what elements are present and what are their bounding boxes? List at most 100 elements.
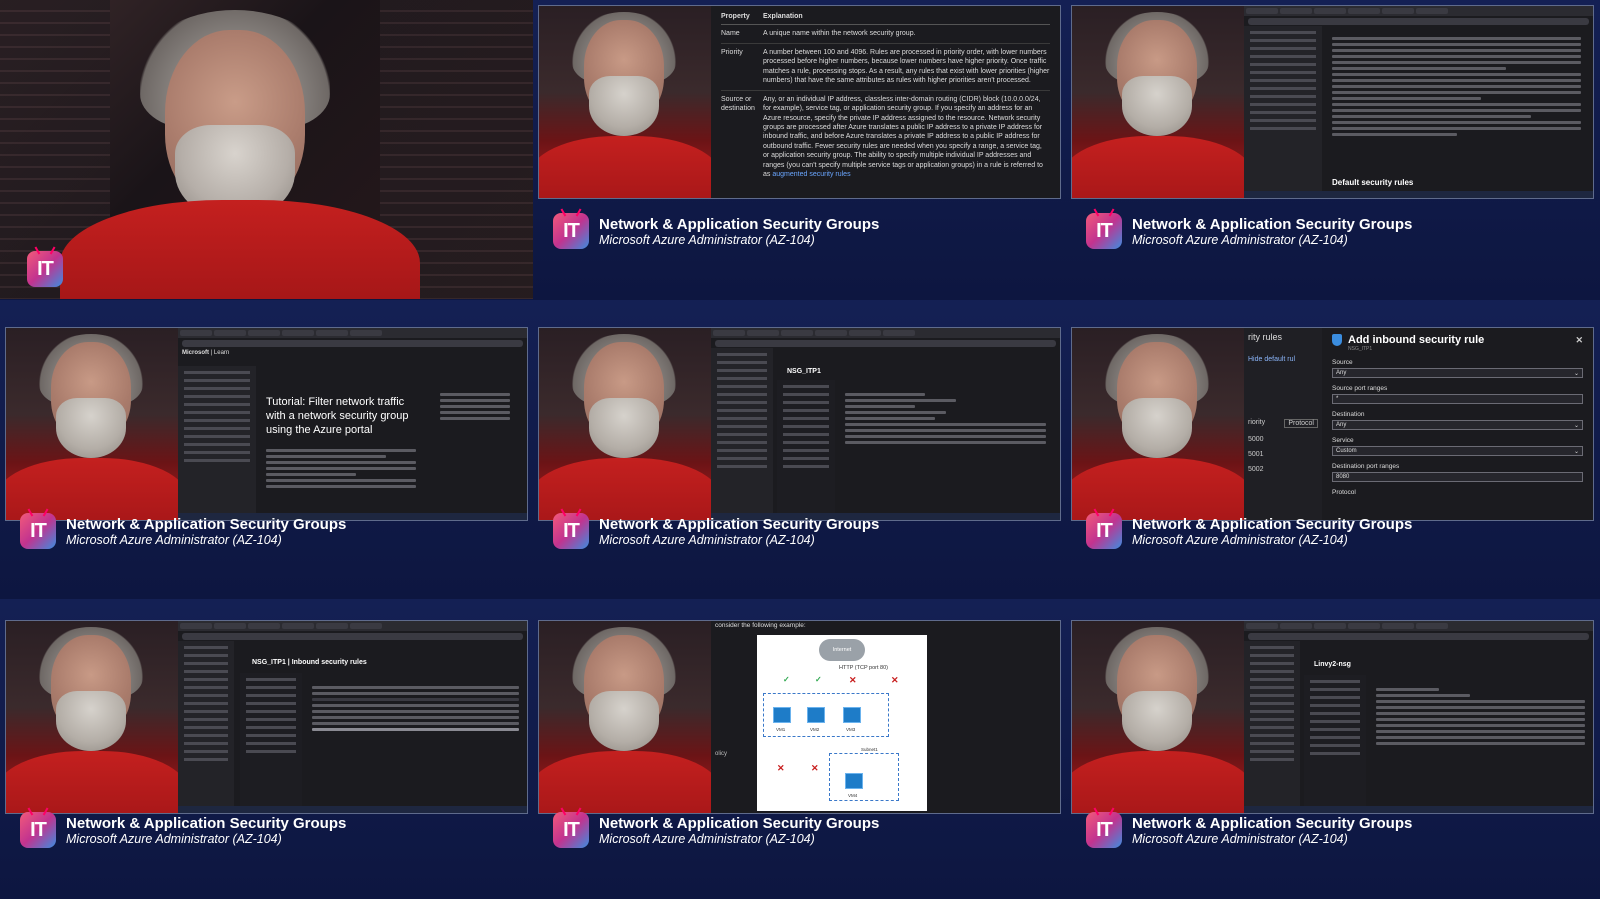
tutorial-title: Tutorial: Filter network traffic with a … xyxy=(266,396,409,436)
screen-share: Property Explanation Name A unique name … xyxy=(711,6,1060,198)
caption: IT Network & Application Security Groups… xyxy=(20,812,346,848)
tile-rule-properties[interactable]: Property Explanation Name A unique name … xyxy=(533,0,1066,300)
table-row: Priority A number between 100 and 4096. … xyxy=(721,44,1050,91)
resource-title: Linvy2-nsg xyxy=(1314,661,1351,668)
section-heading: Default security rules xyxy=(1332,178,1414,187)
video-frame: NSG_ITP1 | Inbound security rules xyxy=(5,620,528,814)
deny-icon: ✕ xyxy=(891,675,899,685)
video-frame: Linvy2-nsg xyxy=(1071,620,1594,814)
list-item[interactable]: 5000 xyxy=(1248,436,1318,443)
table-header: Property Explanation xyxy=(721,12,1050,26)
address-bar xyxy=(1248,18,1589,25)
rules-list: rity rules Hide default rul riority Proto… xyxy=(1244,328,1322,520)
itpro-logo-icon: IT xyxy=(1086,513,1122,549)
itpro-logo-icon: IT xyxy=(553,513,589,549)
tile-inbound-rules[interactable]: NSG_ITP1 | Inbound security rules IT Net… xyxy=(0,599,533,899)
rules-table xyxy=(312,683,519,734)
augmented-rules-link[interactable]: augmented security rules xyxy=(772,171,850,178)
chevron-down-icon: ⌄ xyxy=(1573,423,1579,429)
docs-toc xyxy=(1244,26,1322,191)
deny-icon: ✕ xyxy=(777,763,785,773)
panel-title: Add inbound security rule xyxy=(1348,334,1485,346)
deny-icon: ✕ xyxy=(811,763,819,773)
presenter-thumbnail xyxy=(1072,6,1244,198)
source-field[interactable]: Source Any ⌄ xyxy=(1332,359,1583,378)
list-item[interactable]: 5001 xyxy=(1248,451,1318,458)
caption: IT Network & Application Security Groups… xyxy=(1086,513,1412,549)
close-icon[interactable]: ✕ xyxy=(1575,335,1583,346)
resource-title: NSG_ITP1 xyxy=(787,368,821,375)
caption: IT Network & Application Security Groups… xyxy=(1086,213,1412,249)
internet-cloud-icon: Internet xyxy=(819,639,865,661)
presenter-thumbnail xyxy=(1072,328,1244,520)
screen-share: Linvy2-nsg xyxy=(1244,621,1593,813)
caption: IT Network & Application Security Groups… xyxy=(553,213,879,249)
allow-icon: ✓ xyxy=(815,675,822,684)
presenter-thumbnail xyxy=(539,328,711,520)
screen-share: consider the following example: olicy In… xyxy=(711,621,1060,813)
resource-menu xyxy=(240,673,302,806)
resource-menu xyxy=(1304,675,1366,806)
itpro-logo-icon: IT xyxy=(1086,213,1122,249)
itpro-logo-icon: IT xyxy=(20,812,56,848)
itpro-logo-icon: IT xyxy=(553,213,589,249)
chevron-down-icon: ⌄ xyxy=(1573,371,1579,377)
video-frame: Default security rules xyxy=(1071,5,1594,199)
resource-menu xyxy=(777,380,835,513)
learn-nav[interactable]: Learn xyxy=(214,350,229,356)
vm-icon xyxy=(843,707,861,723)
video-frame: Microsoft | Learn Tutorial: Filter netwo… xyxy=(5,327,528,521)
itpro-logo-icon: IT xyxy=(553,812,589,848)
list-item[interactable]: 5002 xyxy=(1248,466,1318,473)
caption: IT Network & Application Security Groups… xyxy=(553,513,879,549)
chevron-down-icon: ⌄ xyxy=(1573,449,1579,455)
video-frame: NSG_ITP1 xyxy=(538,327,1061,521)
presenter-thumbnail xyxy=(539,6,711,198)
tile-add-inbound-rule[interactable]: rity rules Hide default rul riority Proto… xyxy=(1066,300,1600,600)
tile-linux-nsg[interactable]: Linvy2-nsg IT Network & Application Secu… xyxy=(1066,599,1600,899)
protocol-filter-button[interactable]: Protocol xyxy=(1284,419,1318,428)
screen-share: Default security rules xyxy=(1244,6,1593,198)
traffic-label: HTTP (TCP port 80) xyxy=(839,665,889,671)
presenter-thumbnail xyxy=(539,621,711,813)
example-intro: consider the following example: xyxy=(715,622,806,629)
itpro-logo-icon: IT xyxy=(1086,812,1122,848)
screen-share: rity rules Hide default rul riority Proto… xyxy=(1244,328,1593,520)
itpro-logo-icon: IT xyxy=(27,251,63,287)
destination-port-field[interactable]: Destination port ranges 8080 xyxy=(1332,463,1583,482)
in-this-article xyxy=(440,390,510,423)
tile-docs-security-rules[interactable]: Default security rules IT Network & Appl… xyxy=(1066,0,1600,300)
hide-default-toggle[interactable]: Hide default rul xyxy=(1248,356,1318,363)
screen-share: NSG_ITP1 xyxy=(711,328,1060,520)
tile-presenter[interactable]: IT xyxy=(0,0,533,300)
deny-icon: ✕ xyxy=(849,675,857,685)
blade-title: NSG_ITP1 | Inbound security rules xyxy=(252,659,367,666)
tile-nsg-overview[interactable]: NSG_ITP1 IT Network & Application Securi… xyxy=(533,300,1066,600)
tile-example-diagram[interactable]: consider the following example: olicy In… xyxy=(533,599,1066,899)
doc-text xyxy=(1332,34,1581,139)
tile-tutorial[interactable]: Microsoft | Learn Tutorial: Filter netwo… xyxy=(0,300,533,600)
microsoft-brand: Microsoft xyxy=(182,350,209,356)
presenter-thumbnail xyxy=(1072,621,1244,813)
properties-table: Property Explanation Name A unique name … xyxy=(711,6,1060,198)
itpro-logo-icon: IT xyxy=(20,513,56,549)
vm-icon xyxy=(807,707,825,723)
destination-field[interactable]: Destination Any ⌄ xyxy=(1332,411,1583,430)
caption: IT Network & Application Security Groups… xyxy=(553,812,879,848)
screen-share: NSG_ITP1 | Inbound security rules xyxy=(178,621,527,813)
source-port-field[interactable]: Source port ranges * xyxy=(1332,385,1583,404)
caption-title: Network & Application Security Groups xyxy=(599,215,880,233)
video-frame: consider the following example: olicy In… xyxy=(538,620,1061,814)
caption-subtitle: Microsoft Azure Administrator (AZ-104) xyxy=(599,232,815,247)
vm-icon xyxy=(773,707,791,723)
table-row: Source or destination Any, or an individ… xyxy=(721,95,1043,179)
table-row: Name A unique name within the network se… xyxy=(721,25,1050,44)
vm-icon xyxy=(845,773,863,789)
allow-icon: ✓ xyxy=(783,675,790,684)
browser-tabs xyxy=(1244,6,1593,16)
azure-nav xyxy=(178,641,234,806)
video-frame: rity rules Hide default rul riority Proto… xyxy=(1071,327,1594,521)
protocol-field[interactable]: Protocol xyxy=(1332,489,1583,496)
video-frame: Property Explanation Name A unique name … xyxy=(538,5,1061,199)
service-field[interactable]: Service Custom ⌄ xyxy=(1332,437,1583,456)
